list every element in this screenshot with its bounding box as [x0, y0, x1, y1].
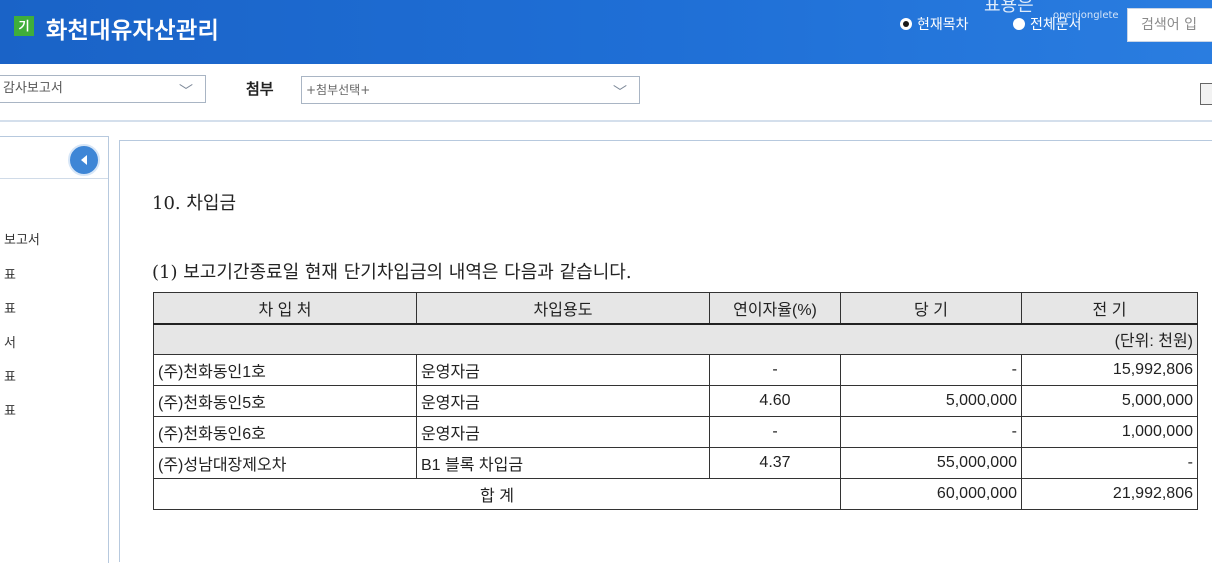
section-intro: (1) 보고기간종료일 현재 단기차입금의 내역은 다음과 같습니다.	[152, 262, 632, 283]
rate-cell: 4.37	[709, 447, 841, 479]
unit-label: (단위: 천원)	[153, 322, 1198, 355]
scope-all-label: 전체문서	[1030, 17, 1082, 33]
column-header: 당 기	[840, 292, 1022, 324]
app-header: 기 화천대유자산관리 표용은 openjonglete 현재목차 전체문서 검색…	[0, 0, 1212, 64]
attachment-select[interactable]: +첨부선택+ ﹀	[301, 76, 640, 104]
prior-amount-cell: 5,000,000	[1021, 385, 1198, 417]
chevron-down-icon: ﹀	[179, 84, 193, 100]
purpose-cell: 운영자금	[416, 416, 710, 448]
table-of-contents-sidebar: 보고서 표 표 서 표 표	[0, 136, 109, 563]
current-amount-cell: 5,000,000	[840, 385, 1022, 417]
sidebar-divider	[0, 178, 108, 179]
total-label: 합 계	[153, 478, 841, 510]
prior-amount-cell: 15,992,806	[1021, 354, 1198, 386]
radio-unselected-icon	[1013, 18, 1025, 30]
prior-amount-cell: 1,000,000	[1021, 416, 1198, 448]
table-row: (주)천화동인1호 운영자금 - - 15,992,806	[153, 354, 1198, 386]
lender-cell: (주)천화동인6호	[153, 416, 417, 448]
collapse-sidebar-button[interactable]	[68, 144, 100, 176]
report-type-select[interactable]: 감사보고서 ﹀	[0, 75, 206, 103]
current-amount-cell: -	[840, 416, 1022, 448]
app-logo-icon: 기	[14, 16, 34, 36]
scope-all-radio[interactable]: 전체문서	[1013, 14, 1082, 34]
current-amount-cell: 55,000,000	[840, 447, 1022, 479]
section-heading: 10. 차입금	[152, 193, 237, 214]
scope-current-label: 현재목차	[917, 17, 969, 33]
sidebar-item[interactable]: 표	[4, 366, 16, 385]
purpose-cell: 운영자금	[416, 354, 710, 386]
column-header: 전 기	[1021, 292, 1198, 324]
attachment-value: +첨부선택+	[306, 83, 371, 97]
report-type-value: 감사보고서	[3, 81, 63, 96]
lender-cell: (주)천화동인5호	[153, 385, 417, 417]
rate-cell: 4.60	[709, 385, 841, 417]
column-header: 연이자율(%)	[709, 292, 841, 324]
table-row: (주)성남대장제오차 B1 블록 차입금 4.37 55,000,000 -	[153, 447, 1198, 479]
company-title: 화천대유자산관리	[46, 18, 220, 44]
search-input[interactable]: 검색어 입	[1127, 8, 1212, 42]
content-border-top	[119, 140, 1212, 141]
content-border-left	[119, 140, 120, 562]
sidebar-item[interactable]: 서	[4, 332, 16, 351]
column-header: 차 입 처	[153, 292, 417, 324]
radio-selected-icon	[900, 18, 912, 30]
prior-amount-cell: -	[1021, 447, 1198, 479]
attachment-label: 첨부	[246, 80, 274, 98]
rate-cell: -	[709, 416, 841, 448]
sidebar-item[interactable]: 표	[4, 264, 16, 283]
current-amount-cell: -	[840, 354, 1022, 386]
rate-cell: -	[709, 354, 841, 386]
purpose-cell: B1 블록 차입금	[416, 447, 710, 479]
print-icon[interactable]	[1200, 83, 1212, 105]
table-row: (주)천화동인6호 운영자금 - - 1,000,000	[153, 416, 1198, 448]
column-header: 차입용도	[416, 292, 710, 324]
table-row: (주)천화동인5호 운영자금 4.60 5,000,000 5,000,000	[153, 385, 1198, 417]
table-header-row: 차 입 처 차입용도 연이자율(%) 당 기 전 기	[153, 292, 1198, 324]
total-prior-amount: 21,992,806	[1021, 478, 1198, 510]
purpose-cell: 운영자금	[416, 385, 710, 417]
sidebar-item[interactable]: 표	[4, 400, 16, 419]
lender-cell: (주)천화동인1호	[153, 354, 417, 386]
sidebar-item[interactable]: 표	[4, 298, 16, 317]
chevron-down-icon: ﹀	[613, 85, 627, 101]
lender-cell: (주)성남대장제오차	[153, 447, 417, 479]
total-row: 합 계 60,000,000 21,992,806	[153, 478, 1198, 510]
total-current-amount: 60,000,000	[840, 478, 1022, 510]
short-term-borrowings-table: (단위: 천원) 차 입 처 차입용도 연이자율(%) 당 기 전 기 (주)천…	[153, 292, 1198, 510]
scope-current-radio[interactable]: 현재목차	[900, 14, 969, 34]
sidebar-item-audit-report[interactable]: 보고서	[4, 229, 40, 248]
toolbar: 감사보고서 ﹀ 첨부 +첨부선택+ ﹀	[0, 64, 1212, 122]
unit-row: (단위: 천원)	[153, 322, 1198, 355]
